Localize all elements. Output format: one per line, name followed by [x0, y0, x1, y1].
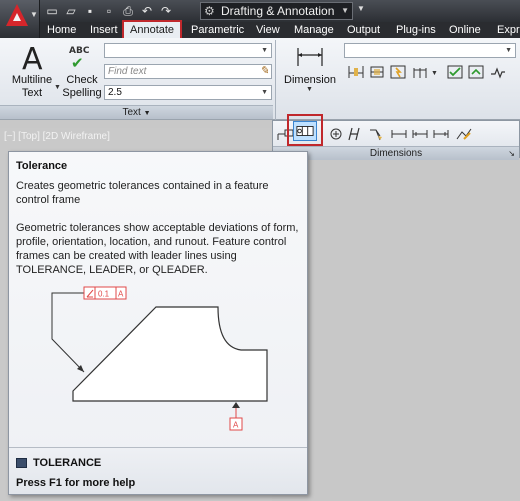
text-height-dropdown[interactable]: 2.5 ▼ — [104, 85, 272, 100]
continue-dimension-icon[interactable]: ▼ — [410, 63, 440, 79]
ribbon-tab-bar: Home Insert Annotate Parametric View Man… — [0, 20, 520, 41]
chevron-down-icon: ▼ — [261, 47, 268, 54]
undo-icon[interactable]: ↶ — [139, 3, 155, 19]
fcf-datum: A — [118, 290, 124, 299]
tooltip-description: Creates geometric tolerances contained i… — [16, 180, 269, 206]
datum-label: A — [233, 421, 239, 430]
jogged-linear-icon[interactable] — [487, 63, 507, 79]
panel-separator — [275, 40, 276, 120]
update-dimension-icon[interactable] — [465, 63, 485, 79]
inspect-dimension-icon[interactable] — [444, 63, 464, 79]
chevron-down-icon[interactable]: ▼ — [54, 84, 61, 91]
text-angle-icon[interactable] — [388, 125, 408, 141]
tooltip-title: Tolerance — [16, 160, 68, 172]
inspection-icon[interactable] — [343, 125, 363, 141]
chevron-down-icon: ▼ — [341, 6, 349, 15]
gear-icon: ⚙ — [204, 4, 215, 18]
find-text-placeholder: Find text — [108, 66, 147, 77]
tab-view[interactable]: View — [256, 22, 280, 38]
justify-center-icon[interactable] — [430, 125, 450, 141]
tab-manage[interactable]: Manage — [294, 22, 334, 38]
multiline-text-icon[interactable]: A — [22, 42, 43, 77]
justify-left-icon[interactable] — [409, 125, 429, 141]
workspace-name: Drafting & Annotation — [221, 4, 335, 18]
application-menu-button[interactable]: ▼ — [0, 0, 40, 38]
tab-annotate[interactable]: Annotate — [121, 20, 183, 41]
save-as-icon[interactable]: ▫ — [101, 3, 117, 19]
linear-dimension-icon[interactable] — [296, 46, 324, 66]
quick-access-toolbar: ▭ ▱ ▪ ▫ ⎙ ↶ ↷ — [44, 3, 174, 19]
dimension-style-dropdown[interactable]: ▼ — [344, 43, 516, 58]
find-text-input[interactable]: Find text ✎ — [104, 64, 272, 79]
dim-break-icon[interactable] — [345, 63, 365, 79]
tab-express[interactable]: Expre — [497, 22, 520, 38]
check-spelling-button[interactable]: Check Spelling — [62, 74, 102, 100]
workspace-switcher[interactable]: ⚙ Drafting & Annotation ▼ — [200, 2, 353, 20]
text-panel-title: Text — [122, 107, 141, 118]
oblique-icon[interactable] — [365, 125, 385, 141]
autocad-logo-inner — [13, 13, 21, 21]
find-replace-icon[interactable]: ✎ — [260, 65, 269, 78]
viewport-controls-label[interactable]: [−] [Top] [2D Wireframe] — [4, 131, 110, 142]
tab-parametric[interactable]: Parametric — [191, 22, 244, 38]
tab-plug-ins[interactable]: Plug-ins — [396, 22, 436, 38]
new-file-icon[interactable]: ▭ — [44, 3, 60, 19]
command-icon — [16, 458, 27, 468]
checkmark-icon: ✔ — [71, 55, 84, 72]
tooltip-command-name: TOLERANCE — [33, 457, 102, 469]
fcf-value: 0.1 — [98, 290, 110, 299]
tolerance-button[interactable] — [293, 121, 317, 141]
tab-home[interactable]: Home — [47, 22, 76, 38]
customize-qat-icon[interactable]: ▼ — [357, 4, 365, 13]
multiline-text-button[interactable]: Multiline Text — [10, 74, 54, 100]
tooltip-tolerance: Tolerance Creates geometric tolerances c… — [8, 151, 308, 495]
center-mark-icon[interactable] — [325, 125, 345, 141]
dimensions-panel-title: Dimensions — [369, 148, 423, 159]
save-icon[interactable]: ▪ — [82, 3, 98, 19]
tolerance-example-figure: 0.1 A A — [51, 286, 268, 431]
chevron-down-icon: ▼ — [30, 10, 38, 19]
print-icon[interactable]: ⎙ — [120, 3, 136, 19]
text-style-dropdown[interactable]: ▼ — [104, 43, 272, 58]
dim-space-icon[interactable] — [366, 63, 386, 79]
tooltip-help-hint: Press F1 for more help — [16, 477, 136, 489]
tooltip-body: Geometric tolerances show acceptable dev… — [16, 222, 299, 276]
tab-online[interactable]: Online — [449, 22, 481, 38]
tolerance-icon — [296, 126, 314, 136]
chevron-down-icon: ▼ — [261, 89, 268, 96]
feature-control-frame: 0.1 A — [83, 286, 127, 300]
chevron-down-icon: ▼ — [505, 47, 512, 54]
dimension-button[interactable]: Dimension — [282, 74, 338, 86]
override-icon[interactable] — [453, 125, 473, 141]
dimensions-panel-label[interactable]: Dimensions ↘ — [273, 146, 519, 160]
ribbon: A Multiline Text ▼ ABC ✔ Check Spelling … — [0, 38, 520, 120]
open-folder-icon[interactable]: ▱ — [63, 3, 79, 19]
redo-icon[interactable]: ↷ — [158, 3, 174, 19]
text-panel-label[interactable]: Text ▼ — [0, 105, 273, 119]
tab-insert[interactable]: Insert — [90, 22, 118, 38]
dialog-launcher-icon[interactable]: ↘ — [508, 147, 515, 161]
chevron-down-icon: ▼ — [143, 110, 151, 117]
dim-adjust-icon[interactable] — [387, 63, 407, 79]
svg-text:▼: ▼ — [431, 70, 438, 77]
text-height-value: 2.5 — [108, 87, 122, 98]
chevron-down-icon[interactable]: ▼ — [306, 86, 313, 93]
tab-output[interactable]: Output — [347, 22, 380, 38]
